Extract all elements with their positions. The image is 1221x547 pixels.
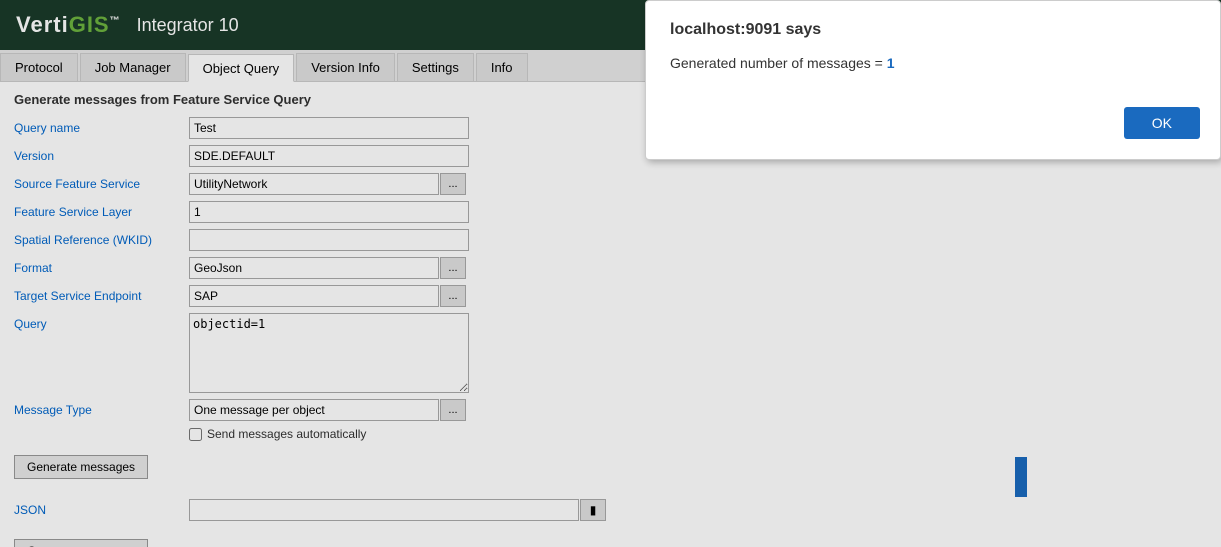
dialog-ok-btn[interactable]: OK (1124, 107, 1200, 139)
dialog-message: Generated number of messages = 1 (670, 55, 1196, 71)
dialog-title: localhost:9091 says (670, 21, 1196, 39)
dialog-overlay: localhost:9091 says Generated number of … (0, 0, 1221, 547)
dialog-count: 1 (887, 55, 895, 71)
dialog-box: localhost:9091 says Generated number of … (645, 0, 1221, 160)
dialog-message-text: Generated number of messages = (670, 55, 887, 71)
